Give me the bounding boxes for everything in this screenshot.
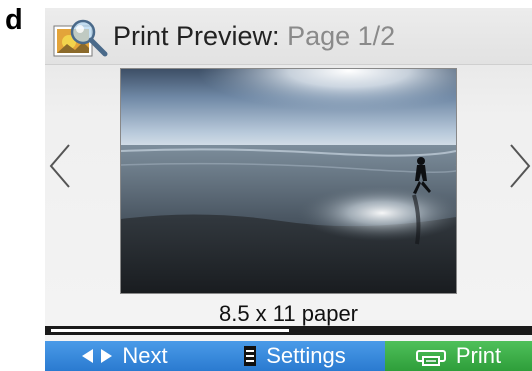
chevron-left-icon xyxy=(47,144,73,194)
page-progress-bar xyxy=(45,326,532,335)
page-title: Print Preview: Page 1/2 xyxy=(113,20,395,52)
print-preview-magnifier-icon xyxy=(53,18,113,58)
settings-label: Settings xyxy=(266,343,346,368)
next-button[interactable]: Next xyxy=(45,341,205,371)
printer-icon xyxy=(415,346,446,366)
softkey-bar: Next Settings Print xyxy=(45,341,532,371)
chevron-right-icon xyxy=(507,144,532,194)
previous-page-button[interactable] xyxy=(47,142,73,190)
figure-panel: d Print Preview: Page 1/2 8.5 x 11 paper… xyxy=(0,0,532,371)
figure-letter: d xyxy=(5,4,23,36)
next-page-button[interactable] xyxy=(507,142,532,190)
print-label: Print xyxy=(455,343,502,368)
header-bar: Print Preview: Page 1/2 xyxy=(45,8,532,65)
settings-list-icon xyxy=(244,346,257,366)
settings-button[interactable]: Settings xyxy=(205,341,385,371)
printer-screen: Print Preview: Page 1/2 8.5 x 11 paper N… xyxy=(45,8,532,371)
preview-photo xyxy=(120,68,457,294)
next-label: Next xyxy=(122,343,168,368)
paper-size-label: 8.5 x 11 paper xyxy=(218,301,359,326)
page-indicator: Page 1/2 xyxy=(287,21,396,51)
progress-fill xyxy=(51,329,289,332)
left-right-arrows-icon xyxy=(82,348,113,364)
beach-silhouette-photo xyxy=(121,69,456,293)
title-main: Print Preview: xyxy=(113,21,280,51)
print-button[interactable]: Print xyxy=(385,341,532,371)
